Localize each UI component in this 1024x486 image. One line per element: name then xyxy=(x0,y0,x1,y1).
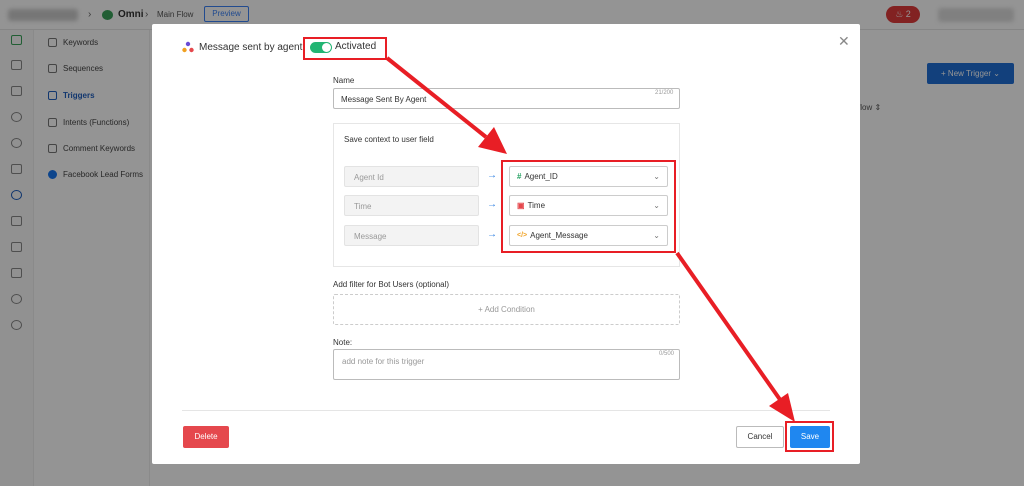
context-title: Save context to user field xyxy=(344,135,434,144)
delete-button[interactable]: Delete xyxy=(183,426,229,448)
context-source-message: Message xyxy=(344,225,479,246)
cancel-button[interactable]: Cancel xyxy=(736,426,784,448)
note-char-counter: 0/500 xyxy=(659,351,675,357)
note-label: Note: xyxy=(333,338,353,347)
annotation-box-save xyxy=(785,421,834,452)
modal-title: Message sent by agent xyxy=(199,42,303,53)
filter-label: Add filter for Bot Users (optional) xyxy=(333,280,450,289)
add-condition-button[interactable]: + Add Condition xyxy=(333,294,680,325)
name-input[interactable]: Message Sent By Agent xyxy=(333,88,680,109)
close-icon[interactable]: ✕ xyxy=(838,34,850,48)
annotation-box-activated xyxy=(303,37,387,60)
annotation-box-fields xyxy=(501,160,676,253)
context-source-time: Time xyxy=(344,195,479,216)
trigger-icon xyxy=(182,41,194,53)
note-textarea[interactable]: add note for this trigger xyxy=(333,349,680,380)
arrow-right-icon: → xyxy=(487,229,497,240)
arrow-right-icon: → xyxy=(487,199,497,210)
arrow-right-icon: → xyxy=(487,170,497,181)
name-char-counter: 21/200 xyxy=(655,90,674,96)
context-source-agent-id: Agent Id xyxy=(344,166,479,187)
footer-divider xyxy=(182,410,830,411)
name-label: Name xyxy=(333,76,355,85)
